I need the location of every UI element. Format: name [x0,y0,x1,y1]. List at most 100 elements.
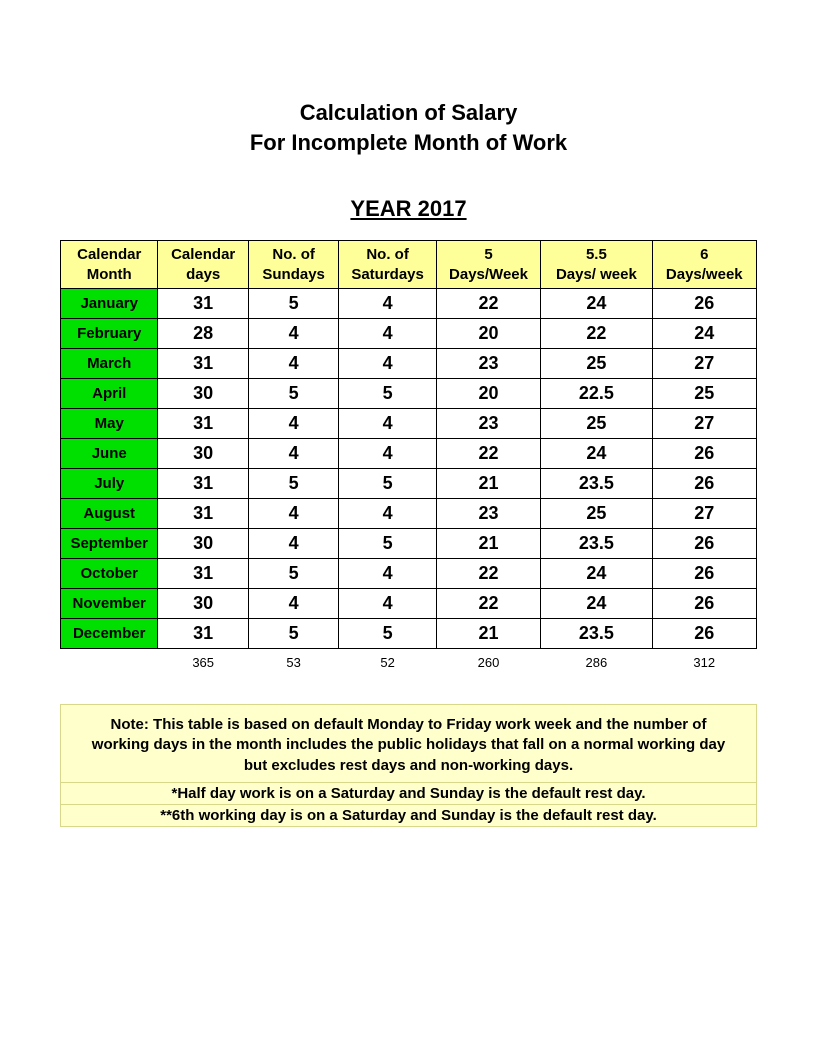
month-cell: May [61,409,158,439]
sundays-cell: 5 [248,619,338,649]
title-line2: For Incomplete Month of Work [60,130,757,156]
saturdays-cell: 5 [339,529,436,559]
total-days: 365 [158,649,248,675]
page: Calculation of Salary For Incomplete Mon… [0,0,817,867]
five-day-cell: 21 [436,529,540,559]
table-header-row: CalendarMonthCalendardaysNo. ofSundaysNo… [61,241,757,289]
month-cell: August [61,499,158,529]
five-half-day-cell: 23.5 [541,529,652,559]
total-55day: 286 [541,649,652,675]
month-cell: March [61,349,158,379]
calendar-table: CalendarMonthCalendardaysNo. ofSundaysNo… [60,240,757,674]
sundays-cell: 5 [248,559,338,589]
five-day-cell: 23 [436,349,540,379]
six-day-cell: 26 [652,439,756,469]
calendar-days-cell: 30 [158,529,248,559]
five-half-day-cell: 24 [541,439,652,469]
saturdays-cell: 4 [339,439,436,469]
five-half-day-cell: 25 [541,499,652,529]
column-header: No. ofSaturdays [339,241,436,289]
month-cell: November [61,589,158,619]
calendar-days-cell: 31 [158,409,248,439]
six-day-cell: 25 [652,379,756,409]
table-row: May3144232527 [61,409,757,439]
sundays-cell: 5 [248,469,338,499]
calendar-days-cell: 30 [158,379,248,409]
table-row: March3144232527 [61,349,757,379]
five-day-cell: 22 [436,589,540,619]
column-header: 6Days/week [652,241,756,289]
six-day-cell: 26 [652,469,756,499]
month-cell: June [61,439,158,469]
table-row: October3154222426 [61,559,757,589]
total-5day: 260 [436,649,540,675]
sundays-cell: 4 [248,349,338,379]
sundays-cell: 4 [248,499,338,529]
title-line1: Calculation of Salary [60,100,757,126]
sundays-cell: 5 [248,289,338,319]
five-half-day-cell: 23.5 [541,469,652,499]
table-row: September30452123.526 [61,529,757,559]
column-header: Calendardays [158,241,248,289]
six-day-cell: 26 [652,619,756,649]
sundays-cell: 4 [248,439,338,469]
five-day-cell: 21 [436,619,540,649]
note-main: Note: This table is based on default Mon… [61,705,756,782]
table-row: July31552123.526 [61,469,757,499]
calendar-days-cell: 31 [158,289,248,319]
six-day-cell: 27 [652,349,756,379]
saturdays-cell: 5 [339,469,436,499]
five-half-day-cell: 25 [541,409,652,439]
month-cell: October [61,559,158,589]
six-day-cell: 24 [652,319,756,349]
five-day-cell: 23 [436,409,540,439]
total-saturdays: 52 [339,649,436,675]
month-cell: September [61,529,158,559]
table-row: April30552022.525 [61,379,757,409]
month-cell: February [61,319,158,349]
total-6day: 312 [652,649,756,675]
saturdays-cell: 4 [339,589,436,619]
note-sub1: *Half day work is on a Saturday and Sund… [61,782,756,804]
total-sundays: 53 [248,649,338,675]
month-cell: July [61,469,158,499]
column-header: CalendarMonth [61,241,158,289]
saturdays-cell: 5 [339,619,436,649]
five-half-day-cell: 24 [541,589,652,619]
five-day-cell: 21 [436,469,540,499]
five-day-cell: 22 [436,439,540,469]
calendar-days-cell: 31 [158,619,248,649]
note-sub2: **6th working day is on a Saturday and S… [61,804,756,826]
calendar-days-cell: 31 [158,559,248,589]
six-day-cell: 26 [652,529,756,559]
calendar-days-cell: 31 [158,499,248,529]
sundays-cell: 4 [248,409,338,439]
five-day-cell: 23 [436,499,540,529]
saturdays-cell: 4 [339,499,436,529]
saturdays-cell: 5 [339,379,436,409]
table-row: January3154222426 [61,289,757,319]
table-row: August3144232527 [61,499,757,529]
table-row: June3044222426 [61,439,757,469]
six-day-cell: 26 [652,559,756,589]
totals-row: 365 53 52 260 286 312 [61,649,757,675]
sundays-cell: 5 [248,379,338,409]
month-cell: April [61,379,158,409]
sundays-cell: 4 [248,529,338,559]
calendar-days-cell: 30 [158,589,248,619]
five-half-day-cell: 24 [541,559,652,589]
five-half-day-cell: 24 [541,289,652,319]
saturdays-cell: 4 [339,319,436,349]
five-day-cell: 20 [436,379,540,409]
table-row: December31552123.526 [61,619,757,649]
saturdays-cell: 4 [339,409,436,439]
six-day-cell: 26 [652,589,756,619]
saturdays-cell: 4 [339,289,436,319]
five-half-day-cell: 22.5 [541,379,652,409]
five-half-day-cell: 22 [541,319,652,349]
saturdays-cell: 4 [339,349,436,379]
table-row: February2844202224 [61,319,757,349]
note-box: Note: This table is based on default Mon… [60,704,757,827]
five-half-day-cell: 23.5 [541,619,652,649]
sundays-cell: 4 [248,589,338,619]
